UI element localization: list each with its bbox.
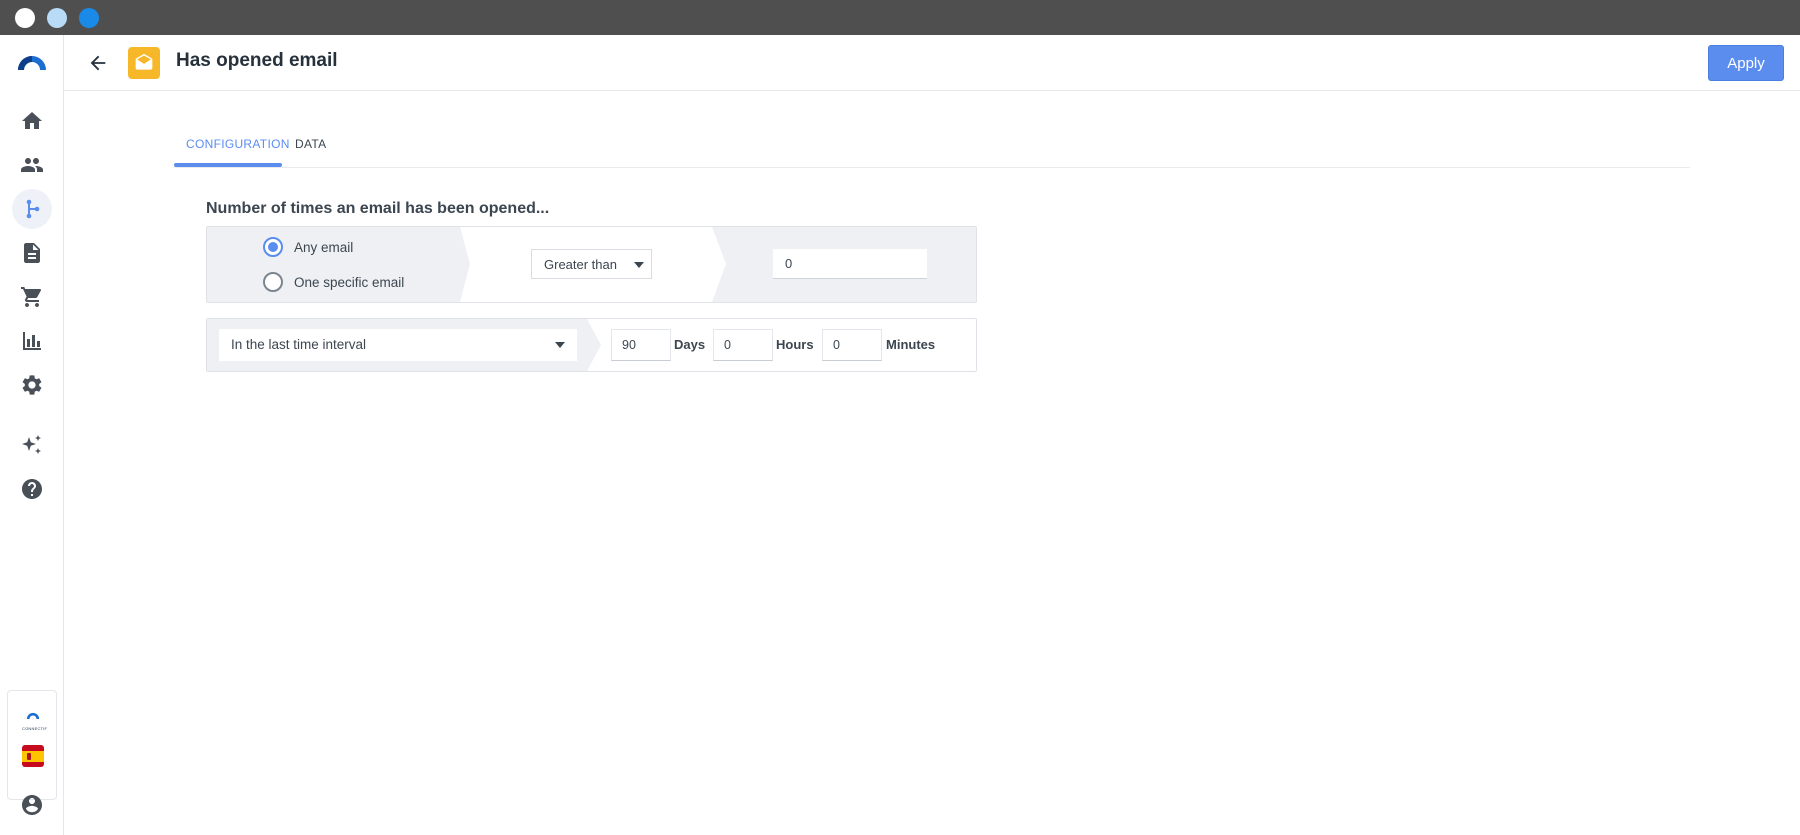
chevron-down-icon — [555, 342, 565, 348]
tab-data[interactable]: DATA — [295, 137, 326, 151]
tab-bar: CONFIGURATION DATA — [174, 125, 1690, 168]
window-maximize-dot[interactable] — [79, 8, 99, 28]
chevron-down-icon — [634, 262, 644, 268]
page-header: Has opened email Apply — [64, 35, 1800, 91]
email-opened-badge — [128, 47, 160, 79]
cart-icon[interactable] — [12, 277, 52, 317]
interval-select-value: In the last time interval — [231, 337, 367, 352]
hours-label: Hours — [776, 337, 814, 352]
workflow-icon[interactable] — [12, 189, 52, 229]
account-card: CONNECTIF — [7, 690, 57, 800]
count-input[interactable]: 0 — [773, 249, 927, 279]
comparison-select-value: Greater than — [544, 257, 617, 272]
page-title: Has opened email — [176, 50, 338, 71]
help-icon[interactable] — [12, 469, 52, 509]
minutes-input-value: 0 — [833, 338, 840, 352]
opened-envelope-icon — [135, 53, 153, 70]
days-label: Days — [674, 337, 706, 352]
active-tab-indicator — [174, 163, 282, 167]
account-logo-text: CONNECTIF — [22, 726, 48, 731]
minutes-label: Minutes — [886, 337, 936, 352]
radio-button-selected[interactable] — [263, 237, 283, 257]
minutes-input[interactable]: 0 — [822, 329, 882, 361]
apply-button[interactable]: Apply — [1708, 45, 1784, 81]
window-minimize-dot[interactable] — [47, 8, 67, 28]
home-icon[interactable] — [12, 101, 52, 141]
analytics-icon[interactable] — [12, 321, 52, 361]
email-count-condition: Any email One specific email Greater tha… — [206, 226, 977, 303]
radio-any-email-label: Any email — [294, 239, 354, 255]
interval-select[interactable]: In the last time interval — [219, 329, 577, 361]
connectif-mini-logo-icon — [26, 712, 40, 719]
radio-button-unselected[interactable] — [263, 272, 283, 292]
sparkle-icon[interactable] — [12, 425, 52, 465]
spain-flag-icon[interactable] — [22, 745, 44, 767]
back-arrow-icon[interactable] — [84, 49, 112, 77]
radio-any-email[interactable]: Any email — [263, 237, 353, 257]
radio-specific-email-label: One specific email — [294, 274, 405, 290]
window-close-dot[interactable] — [15, 8, 35, 28]
days-input[interactable]: 90 — [611, 329, 671, 361]
user-account-icon[interactable] — [12, 785, 52, 825]
hours-input-value: 0 — [724, 338, 731, 352]
section-title: Number of times an email has been opened… — [206, 200, 550, 217]
connectif-logo-icon[interactable] — [16, 52, 48, 72]
hours-input[interactable]: 0 — [713, 329, 773, 361]
sidebar: CONNECTIF — [0, 35, 64, 835]
comparison-select[interactable]: Greater than — [531, 249, 652, 279]
count-input-value: 0 — [785, 256, 793, 271]
document-icon[interactable] — [12, 233, 52, 273]
time-interval-condition: In the last time interval 90 Days 0 Hour… — [206, 318, 977, 372]
window-titlebar — [0, 0, 1800, 35]
days-input-value: 90 — [622, 338, 636, 352]
settings-icon[interactable] — [12, 365, 52, 405]
contacts-icon[interactable] — [12, 145, 52, 185]
account-logo[interactable]: CONNECTIF — [22, 707, 47, 731]
radio-one-specific-email[interactable]: One specific email — [263, 272, 404, 292]
tab-configuration[interactable]: CONFIGURATION — [186, 137, 290, 151]
